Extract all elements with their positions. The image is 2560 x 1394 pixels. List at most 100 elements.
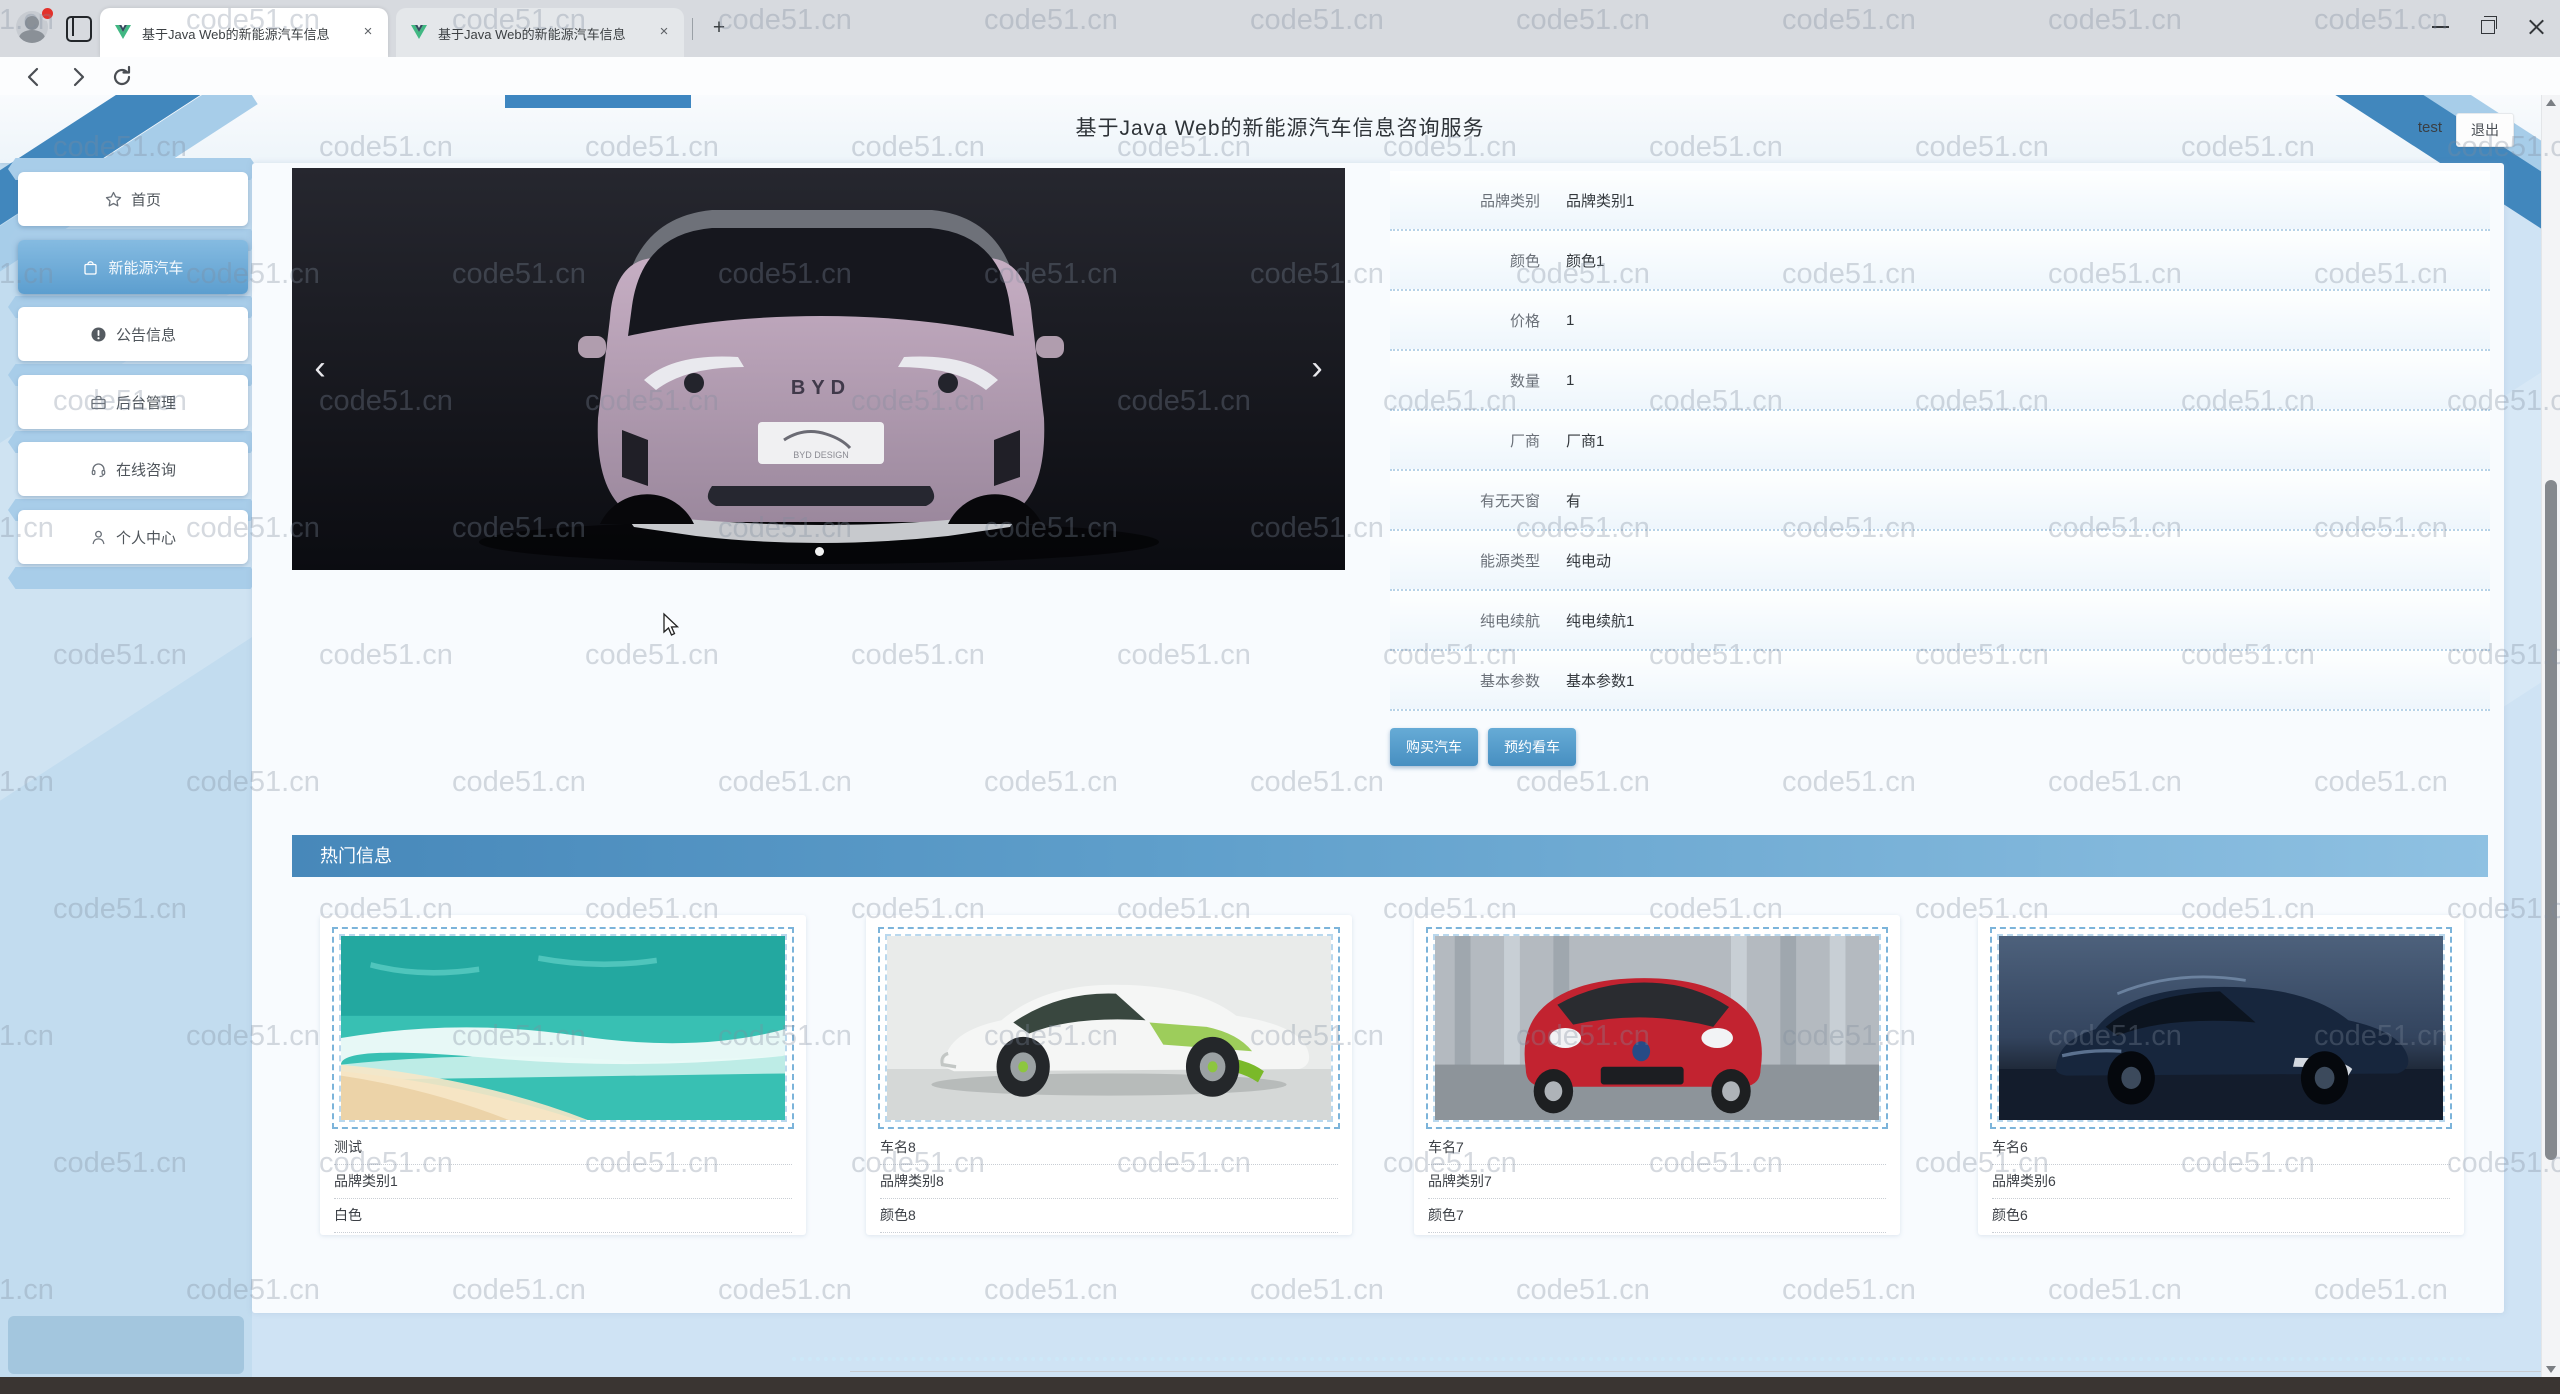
detail-row: 能源类型纯电动 — [1390, 531, 2490, 591]
vue-favicon — [410, 23, 428, 41]
shopping-bag-icon — [82, 259, 99, 276]
minimize-button[interactable] — [2420, 14, 2464, 40]
detail-label: 颜色 — [1390, 250, 1540, 271]
detail-label: 价格 — [1390, 310, 1540, 331]
page-title: 基于Java Web的新能源汽车信息咨询服务 — [0, 95, 2560, 163]
sidebar-item-consult[interactable]: 在线咨询 — [18, 442, 248, 496]
notification-dot — [40, 6, 55, 21]
new-tab-button[interactable]: + — [706, 15, 732, 41]
card-brand: 品牌类别6 — [1992, 1165, 2450, 1199]
buy-car-button[interactable]: 购买汽车 — [1390, 728, 1478, 766]
detail-row: 品牌类别品牌类别1 — [1390, 171, 2490, 231]
sidebar-item-label: 后台管理 — [116, 392, 176, 413]
vehicle-detail-list: 品牌类别品牌类别1 颜色 颜色1 价格 1 数量1 厂商厂商1 有无天窗 有 能源类型… — [1390, 171, 2490, 711]
logout-button[interactable]: 退出 — [2456, 113, 2514, 147]
detail-row: 有无天窗 有 — [1390, 471, 2490, 531]
card-brand: 品牌类别8 — [880, 1165, 1338, 1199]
card-color: 颜色8 — [880, 1199, 1338, 1233]
sidebar-item-admin[interactable]: 后台管理 — [18, 375, 248, 429]
detail-value: 1 — [1566, 312, 1574, 329]
forward-icon[interactable] — [64, 63, 92, 91]
card-image-beach[interactable] — [339, 934, 787, 1122]
sidebar-item-label: 首页 — [131, 189, 161, 210]
back-icon[interactable] — [20, 63, 48, 91]
scroll-up-icon[interactable] — [2546, 99, 2556, 106]
sidebar-item-home[interactable]: 首页 — [18, 172, 248, 226]
svg-text:BYD: BYD — [791, 377, 851, 399]
content-panel: BYD BYD DESIGN ‹ › 品牌类别品牌类别1 颜 — [252, 163, 2504, 1313]
taskbar-edge — [0, 1377, 2560, 1394]
tab-title: 基于Java Web的新能源汽车信息 — [438, 24, 638, 42]
detail-value: 颜色1 — [1566, 250, 1604, 271]
detail-row: 数量1 — [1390, 351, 2490, 411]
detail-value: 基本参数1 — [1566, 670, 1634, 691]
hot-card[interactable]: 测试 品牌类别1 白色 — [320, 915, 806, 1235]
username-label: test — [2418, 119, 2442, 136]
tab-title: 基于Java Web的新能源汽车信息 — [142, 24, 342, 42]
detail-value: 纯电续航1 — [1566, 610, 1634, 631]
detail-row: 价格 1 — [1390, 291, 2490, 351]
carousel-indicator-dot[interactable] — [815, 547, 824, 556]
scroll-down-icon[interactable] — [2546, 1366, 2556, 1373]
vue-favicon — [114, 23, 132, 41]
hot-card[interactable]: 车名6 品牌类别6 颜色6 — [1978, 915, 2464, 1235]
detail-value: 有 — [1566, 490, 1581, 511]
sidebar-item-announcements[interactable]: 公告信息 — [18, 307, 248, 361]
car-photo: BYD BYD DESIGN — [292, 168, 1345, 570]
card-name[interactable]: 车名7 — [1428, 1131, 1886, 1165]
detail-label: 厂商 — [1390, 430, 1540, 451]
sidebar-item-label: 新能源汽车 — [108, 257, 183, 278]
browser-tab-active[interactable]: 基于Java Web的新能源汽车信息 × — [100, 8, 388, 57]
bottom-left-ribbon — [8, 1316, 244, 1374]
detail-row: 基本参数基本参数1 — [1390, 651, 2490, 711]
hot-card[interactable]: 车名7 品牌类别7 颜色7 — [1414, 915, 1900, 1235]
card-color: 白色 — [334, 1199, 792, 1233]
carousel-prev-arrow[interactable]: ‹ — [300, 344, 340, 392]
card-image-concept-car[interactable] — [885, 934, 1333, 1122]
card-image-frame — [1426, 927, 1888, 1129]
refresh-icon[interactable] — [108, 63, 136, 91]
sidebar-item-label: 个人中心 — [116, 527, 176, 548]
card-brand: 品牌类别7 — [1428, 1165, 1886, 1199]
carousel-next-arrow[interactable]: › — [1297, 344, 1337, 392]
restore-button[interactable] — [2468, 14, 2512, 40]
hot-card[interactable]: 车名8 品牌类别8 颜色8 — [866, 915, 1352, 1235]
browser-toolbar: i localhost:8080/springbootsnu6t/front/d… — [0, 57, 2560, 96]
card-name[interactable]: 车名6 — [1992, 1131, 2450, 1165]
card-image-red-ev[interactable] — [1433, 934, 1881, 1122]
headset-icon — [90, 461, 107, 478]
detail-label: 品牌类别 — [1390, 190, 1540, 211]
page-header: 基于Java Web的新能源汽车信息咨询服务 test 退出 — [0, 95, 2560, 163]
sidebar-item-profile[interactable]: 个人中心 — [18, 510, 248, 564]
card-image-frame — [1990, 927, 2452, 1129]
page-scrollbar[interactable] — [2541, 95, 2560, 1377]
scrollbar-thumb[interactable] — [2545, 480, 2557, 1160]
person-icon — [90, 529, 107, 546]
detail-label: 数量 — [1390, 370, 1540, 391]
detail-actions: 购买汽车 预约看车 — [1390, 728, 1576, 766]
bottom-divider-line — [850, 1371, 2541, 1372]
sidebar-item-vehicles[interactable]: 新能源汽车 — [18, 240, 248, 294]
card-name[interactable]: 测试 — [334, 1131, 792, 1165]
book-viewing-button[interactable]: 预约看车 — [1488, 728, 1576, 766]
close-button[interactable] — [2514, 14, 2558, 40]
tab-close-icon[interactable]: × — [654, 22, 674, 42]
tab-divider — [692, 18, 693, 40]
workspaces-icon[interactable] — [66, 16, 92, 42]
detail-row: 厂商厂商1 — [1390, 411, 2490, 471]
mouse-cursor — [660, 612, 682, 638]
bottom-dotted-divider — [792, 1357, 2472, 1361]
detail-label: 有无天窗 — [1390, 490, 1540, 511]
sidebar-fold — [8, 567, 258, 589]
avatar-shoulders-icon — [19, 30, 45, 43]
card-name[interactable]: 车名8 — [880, 1131, 1338, 1165]
card-brand: 品牌类别1 — [334, 1165, 792, 1199]
card-image-blue-suv[interactable] — [1997, 934, 2445, 1122]
alert-circle-icon — [90, 326, 107, 343]
avatar-head-icon — [25, 16, 39, 30]
card-color: 颜色6 — [1992, 1199, 2450, 1233]
detail-row: 纯电续航纯电续航1 — [1390, 591, 2490, 651]
tab-close-icon[interactable]: × — [358, 22, 378, 42]
browser-tab-inactive[interactable]: 基于Java Web的新能源汽车信息 × — [396, 8, 684, 57]
hot-info-bar: 热门信息 — [292, 835, 2488, 877]
